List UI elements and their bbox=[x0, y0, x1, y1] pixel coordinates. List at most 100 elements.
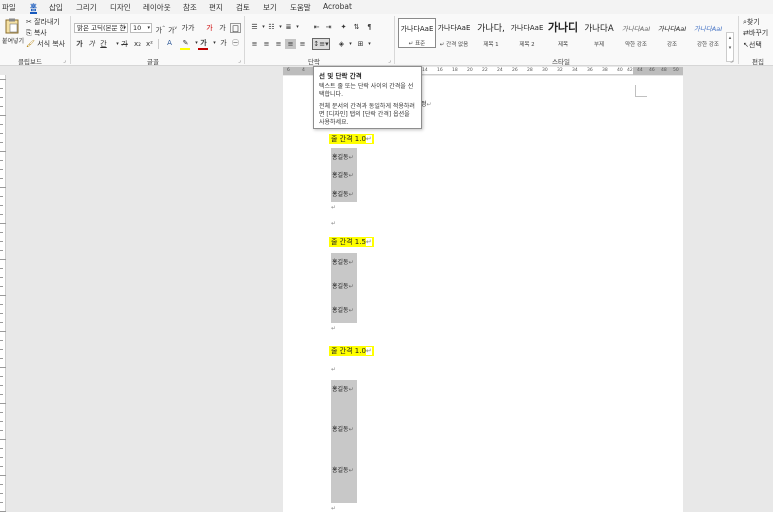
style-no-spacing[interactable]: 가나다AaE ↵ 간격 없음 bbox=[435, 18, 473, 48]
style-intense-emphasis[interactable]: 가나다AaI 강한 강조 bbox=[689, 18, 727, 48]
tab-help[interactable]: 도움말 bbox=[290, 2, 311, 14]
phonetic-guide-button[interactable]: 가 bbox=[217, 23, 228, 33]
style-sample: 가나다, bbox=[477, 24, 505, 34]
ruler-tick: 40 bbox=[617, 68, 623, 73]
document-page[interactable]: 정↵ 줄 간격 1.0↵ 홍길동↵ 홍길동↵ 홍길동↵ ↵ ↵ 줄 간격 1.5… bbox=[283, 76, 683, 512]
tab-home[interactable]: 홈 bbox=[30, 2, 37, 14]
paragraph-mark: ↵ bbox=[348, 426, 354, 433]
paragraph-mark: ↵ bbox=[331, 204, 337, 211]
font-name-select[interactable]: 맑은 고딕(본문 한 ▾ bbox=[74, 23, 128, 33]
tab-insert[interactable]: 삽입 bbox=[49, 2, 63, 14]
strikethrough-button[interactable]: 가 bbox=[119, 39, 130, 49]
superscript-button[interactable]: x² bbox=[144, 39, 155, 49]
enclose-char-icon[interactable]: ㊀ bbox=[230, 38, 241, 48]
copy-button[interactable]: ⎘ 복사 bbox=[26, 29, 47, 38]
phonetic-guide-label: 가 bbox=[219, 24, 226, 32]
style-normal[interactable]: 가나다AaE ↵ 표준 bbox=[398, 18, 436, 48]
tab-draw[interactable]: 그리기 bbox=[76, 2, 97, 14]
style-emphasis[interactable]: 가나다AaI 강조 bbox=[653, 18, 691, 48]
find-label: 찾기 bbox=[746, 18, 760, 26]
style-heading-1[interactable]: 가나다, 제목 1 bbox=[472, 18, 510, 48]
grow-font-button[interactable]: 가^ bbox=[155, 23, 166, 34]
highlight-icon[interactable]: ✎ bbox=[180, 38, 191, 48]
text-line: 홍길동↵ bbox=[332, 170, 354, 179]
style-title[interactable]: 가나디제목 bbox=[544, 18, 582, 48]
text-line: 홍길동↵ bbox=[332, 305, 354, 314]
align-center-icon[interactable]: ≡ bbox=[261, 39, 272, 49]
distributed-icon[interactable]: ≡ bbox=[297, 39, 308, 49]
text-effects-icon[interactable]: A bbox=[164, 38, 175, 48]
tab-view[interactable]: 보기 bbox=[263, 2, 277, 14]
style-sample: 가나디 bbox=[547, 21, 579, 34]
cut-button[interactable]: ✂ 잘라내기 bbox=[26, 18, 60, 27]
ruler-tick: 32 bbox=[557, 68, 563, 73]
clear-formatting-button[interactable]: 가 bbox=[204, 23, 215, 33]
copy-icon: ⎘ bbox=[26, 29, 32, 37]
char-shading-label: 가 bbox=[220, 39, 227, 47]
find-button[interactable]: ⌕찾기 bbox=[743, 18, 760, 27]
ruler-tick: 38 bbox=[602, 68, 608, 73]
divider bbox=[244, 16, 245, 64]
asian-layout-icon[interactable]: ✦ bbox=[338, 22, 349, 32]
style-heading-2[interactable]: 가나다AaE 제목 2 bbox=[508, 18, 546, 48]
style-sample: 가나다AaE bbox=[437, 24, 471, 32]
font-size-select[interactable]: 10 ▾ bbox=[130, 23, 152, 33]
select-button[interactable]: ↖선택 bbox=[743, 41, 762, 50]
increase-indent-icon[interactable]: ⇥ bbox=[323, 22, 334, 32]
format-painter-button[interactable]: 🖌 서식 복사 bbox=[26, 40, 65, 49]
vertical-ruler[interactable] bbox=[0, 75, 6, 512]
ruler-tick: 50 bbox=[673, 68, 679, 73]
align-left-icon[interactable]: ≡ bbox=[249, 39, 260, 49]
tab-layout[interactable]: 레이아웃 bbox=[143, 2, 171, 14]
paragraph-mark: ↵ bbox=[331, 505, 337, 512]
show-marks-icon[interactable]: ¶ bbox=[364, 22, 375, 32]
clipboard-launcher-icon[interactable]: ⌟ bbox=[63, 57, 66, 64]
vruler-tick bbox=[0, 160, 3, 161]
styles-launcher-icon[interactable]: ⌟ bbox=[730, 57, 733, 64]
decrease-indent-icon[interactable]: ⇤ bbox=[311, 22, 322, 32]
tooltip-body: 텍스트 줄 또는 단락 사이의 간격을 선택합니다. bbox=[319, 83, 414, 98]
italic-button[interactable]: 가 bbox=[86, 39, 97, 49]
justify-icon[interactable]: ≡ bbox=[285, 39, 296, 49]
vruler-tick bbox=[0, 475, 6, 476]
char-border-button[interactable]: 囗 bbox=[230, 23, 241, 33]
paste-label: 붙여넣기 bbox=[2, 38, 25, 45]
style-sample: 가나다AaI bbox=[657, 25, 687, 33]
style-subtle-emphasis[interactable]: 가나다AaI 약한 강조 bbox=[617, 18, 655, 48]
tab-file[interactable]: 파일 bbox=[2, 2, 16, 14]
align-right-icon[interactable]: ≡ bbox=[273, 39, 284, 49]
replace-button[interactable]: ⇄바꾸기 bbox=[743, 29, 768, 38]
paste-button[interactable]: 붙여넣기 bbox=[2, 18, 25, 48]
line-spacing-icon[interactable]: ↕≡▾ bbox=[312, 38, 330, 50]
shrink-font-button[interactable]: 가v bbox=[167, 23, 178, 34]
font-color-button[interactable]: 가 bbox=[198, 38, 209, 48]
sort-icon[interactable]: ⇅ bbox=[351, 22, 362, 32]
underline-button[interactable]: 간 bbox=[98, 39, 109, 49]
vruler-tick bbox=[0, 151, 6, 152]
bold-label: 가 bbox=[76, 40, 83, 48]
tab-review[interactable]: 검토 bbox=[236, 2, 250, 14]
ruler-tick: 26 bbox=[512, 68, 518, 73]
tab-mailings[interactable]: 편지 bbox=[209, 2, 223, 14]
vruler-tick bbox=[0, 358, 3, 359]
font-launcher-icon[interactable]: ⌟ bbox=[238, 57, 241, 64]
style-name: 제목 bbox=[557, 42, 569, 48]
tab-references[interactable]: 참조 bbox=[183, 2, 197, 14]
bold-button[interactable]: 가 bbox=[74, 39, 85, 49]
line-spacing-tooltip: 선 및 단락 간격 텍스트 줄 또는 단락 사이의 간격을 선택합니다. 전체 … bbox=[313, 66, 422, 129]
style-subtitle[interactable]: 가나다A 부제 bbox=[580, 18, 618, 48]
tab-acrobat[interactable]: Acrobat bbox=[323, 2, 352, 14]
ruler-tick: 30 bbox=[542, 68, 548, 73]
subscript-button[interactable]: x₂ bbox=[132, 39, 143, 49]
paragraph-mark: ↵ bbox=[348, 172, 354, 179]
change-case-button[interactable]: 가가 bbox=[181, 23, 195, 33]
vruler-tick bbox=[0, 331, 6, 332]
borders-dropdown-icon[interactable]: ▾ bbox=[364, 39, 375, 49]
char-shading-button[interactable]: 가 bbox=[218, 38, 229, 48]
tab-design[interactable]: 디자인 bbox=[110, 2, 131, 14]
multilevel-dropdown-icon[interactable]: ▾ bbox=[292, 22, 303, 32]
vruler-tick bbox=[0, 367, 6, 368]
vruler-tick bbox=[0, 403, 6, 404]
heading-text: 줄 간격 1.5 bbox=[331, 238, 366, 246]
paragraph-launcher-icon[interactable]: ⌟ bbox=[388, 57, 391, 64]
